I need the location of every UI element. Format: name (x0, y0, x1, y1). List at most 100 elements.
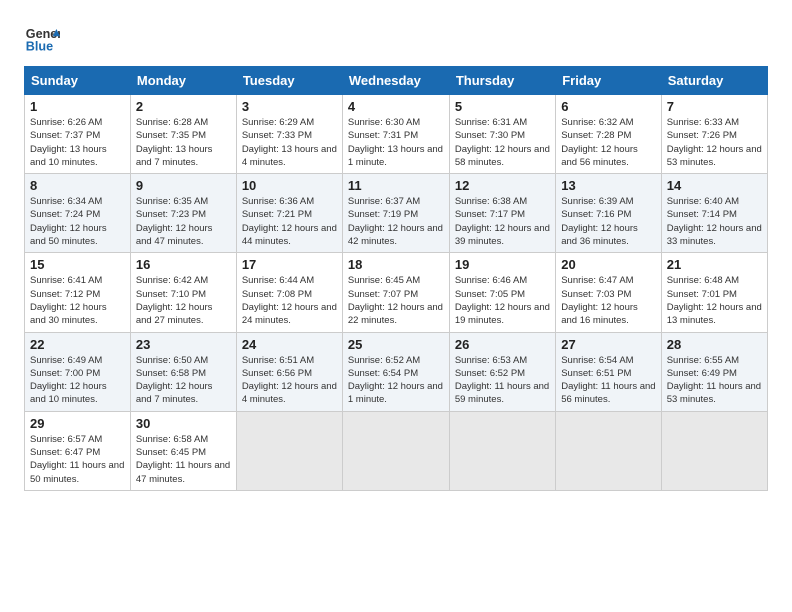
week-row-4: 22 Sunrise: 6:49 AMSunset: 7:00 PMDayligh… (25, 332, 768, 411)
day-cell: 3 Sunrise: 6:29 AMSunset: 7:33 PMDaylight… (236, 95, 342, 174)
day-info: Sunrise: 6:54 AMSunset: 6:51 PMDaylight:… (561, 354, 656, 407)
day-number: 1 (30, 99, 125, 114)
day-number: 20 (561, 257, 656, 272)
day-cell: 7 Sunrise: 6:33 AMSunset: 7:26 PMDaylight… (661, 95, 767, 174)
day-info: Sunrise: 6:49 AMSunset: 7:00 PMDaylight:… (30, 354, 125, 407)
weekday-header-wednesday: Wednesday (342, 67, 449, 95)
day-info: Sunrise: 6:38 AMSunset: 7:17 PMDaylight:… (455, 195, 550, 248)
day-number: 11 (348, 178, 444, 193)
day-cell (556, 411, 662, 490)
day-cell: 1 Sunrise: 6:26 AMSunset: 7:37 PMDaylight… (25, 95, 131, 174)
day-number: 28 (667, 337, 762, 352)
day-cell: 13 Sunrise: 6:39 AMSunset: 7:16 PMDayligh… (556, 174, 662, 253)
day-info: Sunrise: 6:55 AMSunset: 6:49 PMDaylight:… (667, 354, 762, 407)
day-cell: 26 Sunrise: 6:53 AMSunset: 6:52 PMDayligh… (449, 332, 555, 411)
logo-icon: General Blue (24, 20, 60, 56)
day-info: Sunrise: 6:34 AMSunset: 7:24 PMDaylight:… (30, 195, 125, 248)
svg-text:Blue: Blue (26, 40, 53, 54)
day-number: 16 (136, 257, 231, 272)
day-number: 25 (348, 337, 444, 352)
day-number: 5 (455, 99, 550, 114)
day-info: Sunrise: 6:33 AMSunset: 7:26 PMDaylight:… (667, 116, 762, 169)
day-number: 27 (561, 337, 656, 352)
day-cell (661, 411, 767, 490)
day-info: Sunrise: 6:26 AMSunset: 7:37 PMDaylight:… (30, 116, 125, 169)
day-info: Sunrise: 6:30 AMSunset: 7:31 PMDaylight:… (348, 116, 444, 169)
day-number: 23 (136, 337, 231, 352)
day-info: Sunrise: 6:53 AMSunset: 6:52 PMDaylight:… (455, 354, 550, 407)
day-number: 10 (242, 178, 337, 193)
header: General Blue (24, 20, 768, 56)
week-row-2: 8 Sunrise: 6:34 AMSunset: 7:24 PMDaylight… (25, 174, 768, 253)
day-info: Sunrise: 6:52 AMSunset: 6:54 PMDaylight:… (348, 354, 444, 407)
day-number: 19 (455, 257, 550, 272)
day-info: Sunrise: 6:29 AMSunset: 7:33 PMDaylight:… (242, 116, 337, 169)
day-info: Sunrise: 6:46 AMSunset: 7:05 PMDaylight:… (455, 274, 550, 327)
day-cell: 15 Sunrise: 6:41 AMSunset: 7:12 PMDayligh… (25, 253, 131, 332)
day-cell: 9 Sunrise: 6:35 AMSunset: 7:23 PMDaylight… (130, 174, 236, 253)
weekday-header-friday: Friday (556, 67, 662, 95)
day-info: Sunrise: 6:32 AMSunset: 7:28 PMDaylight:… (561, 116, 656, 169)
day-cell: 29Sunrise: 6:57 AMSunset: 6:47 PMDayligh… (25, 411, 131, 490)
day-number: 14 (667, 178, 762, 193)
day-info: Sunrise: 6:47 AMSunset: 7:03 PMDaylight:… (561, 274, 656, 327)
weekday-header-saturday: Saturday (661, 67, 767, 95)
day-cell: 27 Sunrise: 6:54 AMSunset: 6:51 PMDayligh… (556, 332, 662, 411)
day-cell: 20 Sunrise: 6:47 AMSunset: 7:03 PMDayligh… (556, 253, 662, 332)
week-row-1: 1 Sunrise: 6:26 AMSunset: 7:37 PMDaylight… (25, 95, 768, 174)
day-number: 9 (136, 178, 231, 193)
day-cell: 21 Sunrise: 6:48 AMSunset: 7:01 PMDayligh… (661, 253, 767, 332)
weekday-header-monday: Monday (130, 67, 236, 95)
day-cell: 2Sunrise: 6:28 AMSunset: 7:35 PMDaylight… (130, 95, 236, 174)
day-cell: 23 Sunrise: 6:50 AMSunset: 6:58 PMDayligh… (130, 332, 236, 411)
day-number: 30 (136, 416, 231, 431)
day-info: Sunrise: 6:50 AMSunset: 6:58 PMDaylight:… (136, 354, 231, 407)
day-info: Sunrise: 6:41 AMSunset: 7:12 PMDaylight:… (30, 274, 125, 327)
day-cell: 24 Sunrise: 6:51 AMSunset: 6:56 PMDayligh… (236, 332, 342, 411)
week-row-3: 15 Sunrise: 6:41 AMSunset: 7:12 PMDayligh… (25, 253, 768, 332)
weekday-header-thursday: Thursday (449, 67, 555, 95)
day-info: Sunrise: 6:42 AMSunset: 7:10 PMDaylight:… (136, 274, 231, 327)
day-info: Sunrise: 6:35 AMSunset: 7:23 PMDaylight:… (136, 195, 231, 248)
day-number: 7 (667, 99, 762, 114)
day-cell: 22 Sunrise: 6:49 AMSunset: 7:00 PMDayligh… (25, 332, 131, 411)
day-cell (449, 411, 555, 490)
day-cell: 8 Sunrise: 6:34 AMSunset: 7:24 PMDaylight… (25, 174, 131, 253)
day-cell: 6 Sunrise: 6:32 AMSunset: 7:28 PMDaylight… (556, 95, 662, 174)
day-cell (342, 411, 449, 490)
day-info: Sunrise: 6:58 AMSunset: 6:45 PMDaylight:… (136, 433, 231, 486)
day-cell: 25 Sunrise: 6:52 AMSunset: 6:54 PMDayligh… (342, 332, 449, 411)
day-cell: 10 Sunrise: 6:36 AMSunset: 7:21 PMDayligh… (236, 174, 342, 253)
day-number: 12 (455, 178, 550, 193)
day-number: 22 (30, 337, 125, 352)
day-cell: 19 Sunrise: 6:46 AMSunset: 7:05 PMDayligh… (449, 253, 555, 332)
day-info: Sunrise: 6:37 AMSunset: 7:19 PMDaylight:… (348, 195, 444, 248)
day-info: Sunrise: 6:44 AMSunset: 7:08 PMDaylight:… (242, 274, 337, 327)
week-row-5: 29Sunrise: 6:57 AMSunset: 6:47 PMDayligh… (25, 411, 768, 490)
day-cell (236, 411, 342, 490)
day-number: 15 (30, 257, 125, 272)
day-number: 21 (667, 257, 762, 272)
day-number: 2 (136, 99, 231, 114)
day-info: Sunrise: 6:51 AMSunset: 6:56 PMDaylight:… (242, 354, 337, 407)
day-cell: 17Sunrise: 6:44 AMSunset: 7:08 PMDayligh… (236, 253, 342, 332)
day-info: Sunrise: 6:36 AMSunset: 7:21 PMDaylight:… (242, 195, 337, 248)
day-number: 6 (561, 99, 656, 114)
day-cell: 30 Sunrise: 6:58 AMSunset: 6:45 PMDayligh… (130, 411, 236, 490)
day-cell: 18 Sunrise: 6:45 AMSunset: 7:07 PMDayligh… (342, 253, 449, 332)
weekday-header-sunday: Sunday (25, 67, 131, 95)
day-number: 24 (242, 337, 337, 352)
day-number: 18 (348, 257, 444, 272)
day-cell: 4 Sunrise: 6:30 AMSunset: 7:31 PMDaylight… (342, 95, 449, 174)
day-info: Sunrise: 6:31 AMSunset: 7:30 PMDaylight:… (455, 116, 550, 169)
day-info: Sunrise: 6:39 AMSunset: 7:16 PMDaylight:… (561, 195, 656, 248)
day-number: 3 (242, 99, 337, 114)
day-info: Sunrise: 6:48 AMSunset: 7:01 PMDaylight:… (667, 274, 762, 327)
day-info: Sunrise: 6:45 AMSunset: 7:07 PMDaylight:… (348, 274, 444, 327)
day-number: 8 (30, 178, 125, 193)
day-number: 4 (348, 99, 444, 114)
day-cell: 12 Sunrise: 6:38 AMSunset: 7:17 PMDayligh… (449, 174, 555, 253)
day-number: 26 (455, 337, 550, 352)
day-cell: 28 Sunrise: 6:55 AMSunset: 6:49 PMDayligh… (661, 332, 767, 411)
day-number: 13 (561, 178, 656, 193)
